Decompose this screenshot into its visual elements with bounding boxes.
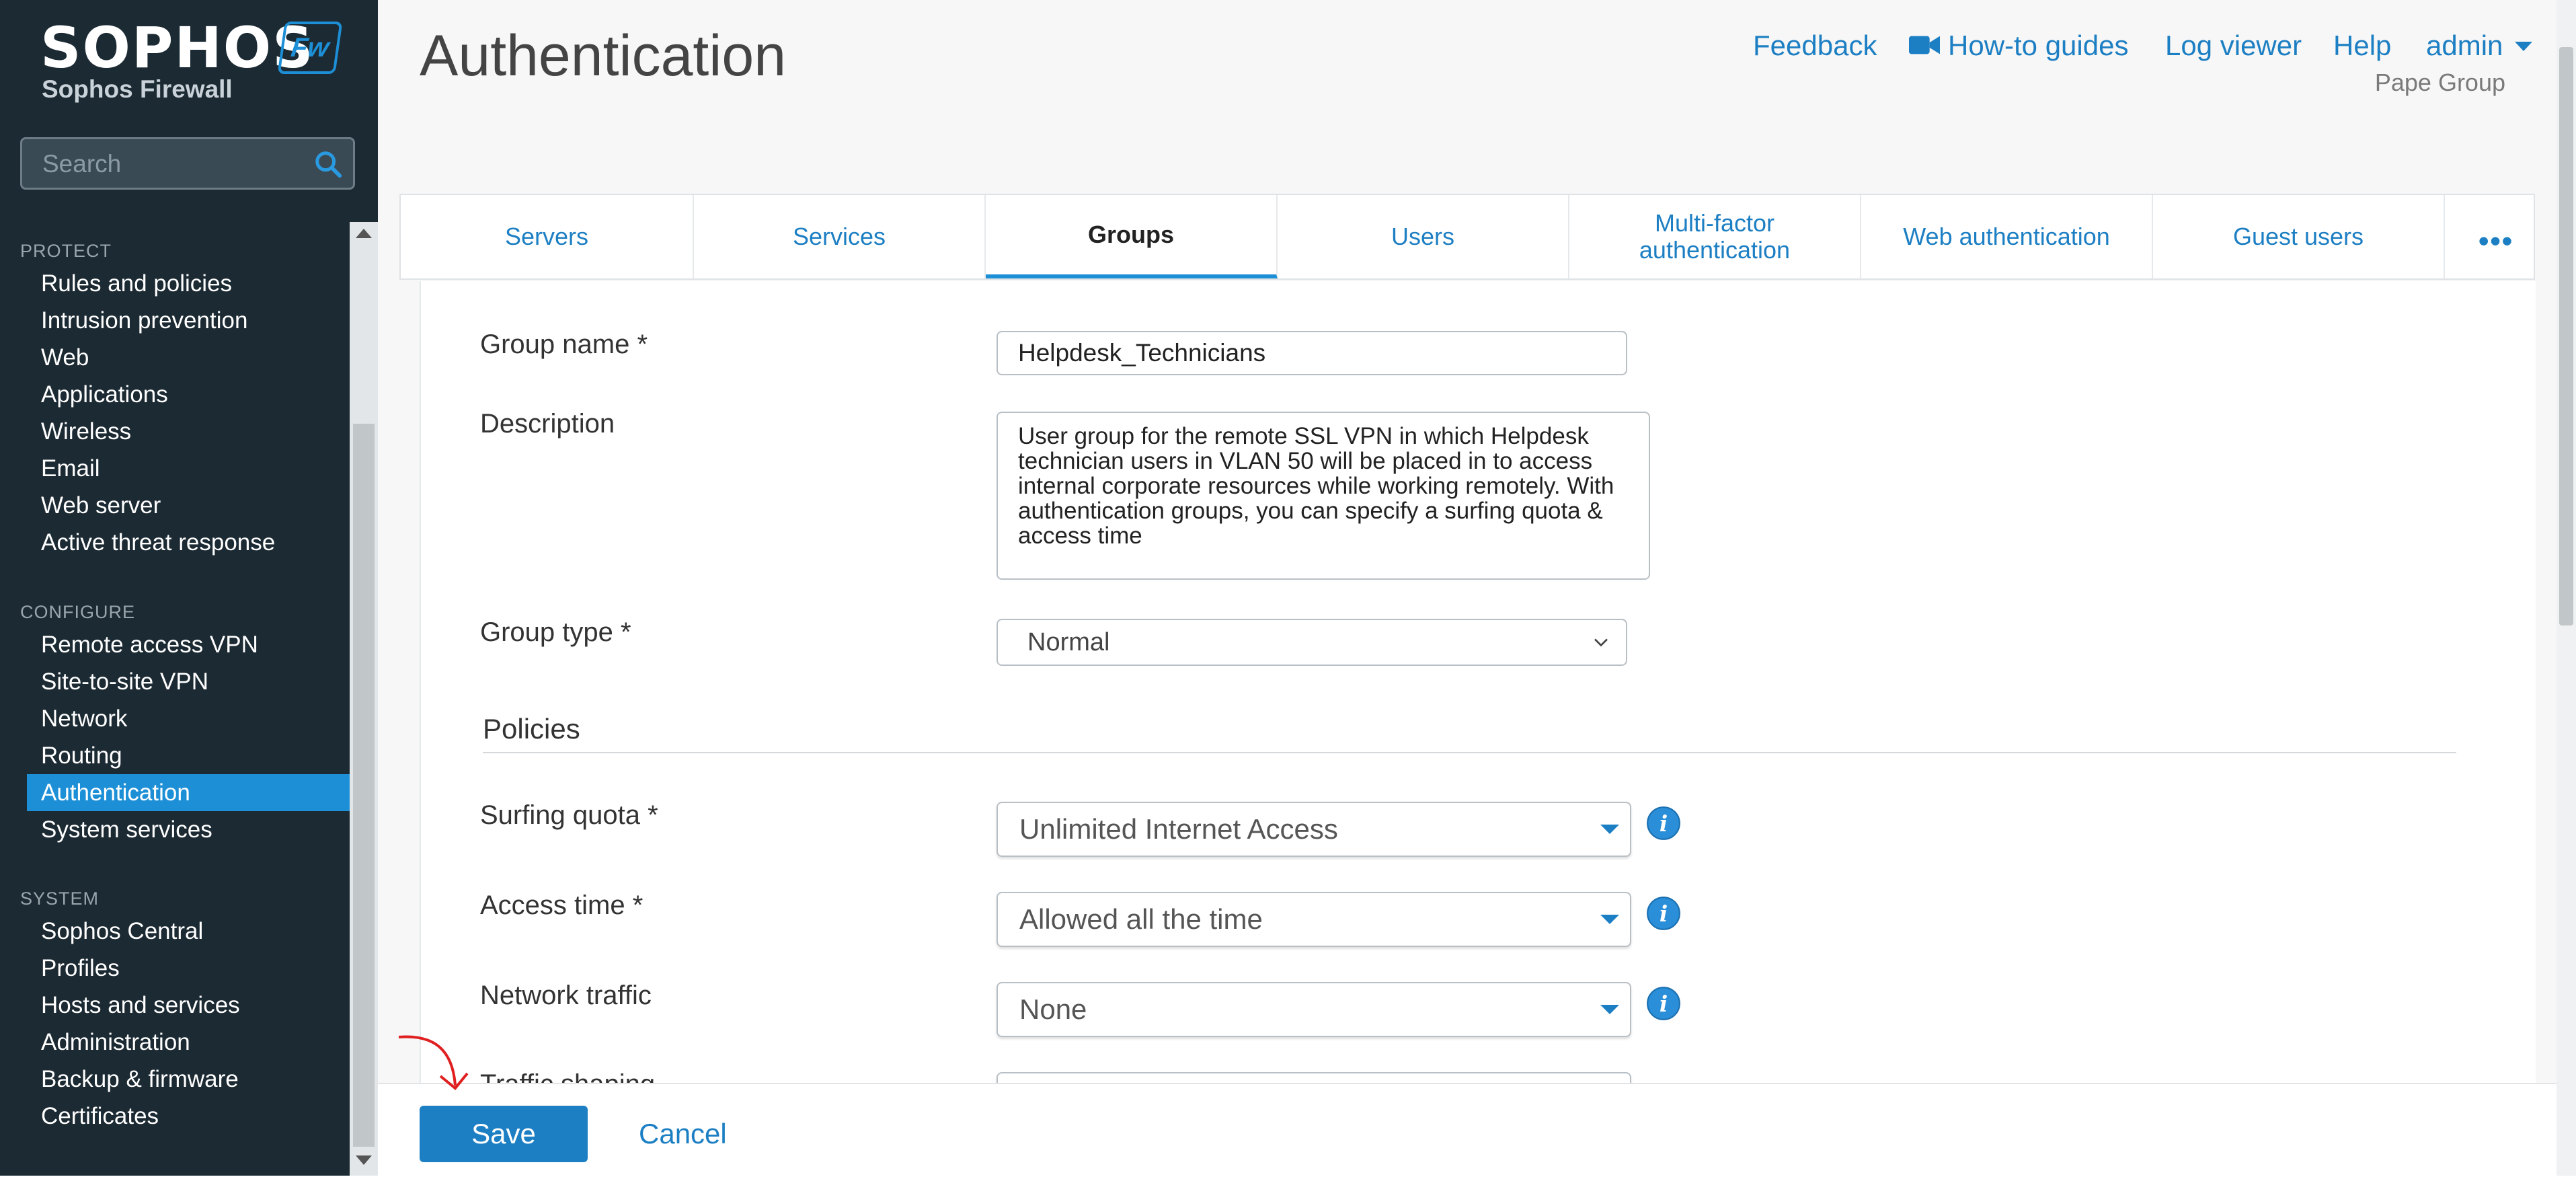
tab-multi-factor-authentication[interactable]: Multi-factor authentication [1569, 195, 1861, 278]
sidebar-item-routing[interactable]: Routing [27, 737, 350, 774]
info-icon[interactable]: i [1646, 806, 1681, 841]
chevron-down-icon [1594, 638, 1608, 647]
network-traffic-label: Network traffic [480, 981, 652, 1010]
sidebar-item-system-services[interactable]: System services [27, 811, 350, 848]
scroll-down-icon[interactable] [356, 1155, 372, 1165]
feedback-link[interactable]: Feedback [1753, 30, 1877, 62]
sidebar-item-backup-firmware[interactable]: Backup & firmware [27, 1061, 350, 1098]
description-textarea[interactable]: User group for the remote SSL VPN in whi… [997, 412, 1650, 580]
search-input[interactable] [41, 139, 313, 189]
sidebar-item-administration[interactable]: Administration [27, 1024, 350, 1061]
info-icon[interactable]: i [1646, 986, 1681, 1021]
sidebar-item-remote-access-vpn[interactable]: Remote access VPN [27, 626, 350, 663]
group-name-input[interactable] [997, 331, 1627, 375]
tab-web-authentication[interactable]: Web authentication [1861, 195, 2153, 278]
info-icon[interactable]: i [1646, 896, 1681, 931]
annotation-arrow-icon [398, 1035, 469, 1090]
product-name: Sophos Firewall [42, 75, 233, 103]
nav-section-system: SYSTEM [20, 888, 100, 909]
nav-section-protect: PROTECT [20, 241, 112, 261]
sidebar-item-wireless[interactable]: Wireless [27, 413, 350, 450]
video-camera-icon [1909, 36, 1940, 54]
form-footer: Save Cancel [378, 1083, 2557, 1177]
help-link[interactable]: Help [2333, 30, 2391, 62]
caret-down-icon[interactable] [2515, 42, 2532, 51]
sidebar-item-authentication[interactable]: Authentication [27, 774, 350, 811]
sidebar-scroll-thumb[interactable] [353, 424, 375, 1147]
tab-groups[interactable]: Groups [986, 195, 1278, 278]
description-label: Description [480, 409, 615, 439]
sidebar-item-rules-and-policies[interactable]: Rules and policies [27, 265, 350, 302]
network-traffic-value: None [1019, 993, 1087, 1025]
sidebar-item-site-to-site-vpn[interactable]: Site-to-site VPN [27, 663, 350, 700]
access-time-select[interactable]: Allowed all the time [997, 892, 1631, 947]
sophos-logo: SOPHOS [40, 15, 315, 81]
section-divider [483, 752, 2456, 753]
search-icon[interactable] [313, 149, 344, 180]
tab-servers[interactable]: Servers [401, 195, 694, 278]
admin-menu[interactable]: admin [2426, 30, 2503, 62]
sidebar-item-intrusion-prevention[interactable]: Intrusion prevention [27, 302, 350, 339]
log-viewer-link[interactable]: Log viewer [2165, 30, 2302, 62]
sidebar-item-sophos-central[interactable]: Sophos Central [27, 913, 350, 950]
organization-name: Pape Group [2374, 69, 2505, 96]
sidebar-item-network[interactable]: Network [27, 700, 350, 737]
svg-text:i: i [1660, 901, 1668, 927]
group-type-label: Group type * [480, 617, 631, 647]
nav-section-configure: CONFIGURE [20, 602, 135, 622]
caret-down-icon [1600, 825, 1619, 834]
tab-services[interactable]: Services [694, 195, 986, 278]
scroll-up-icon[interactable] [356, 229, 372, 238]
sidebar-item-email[interactable]: Email [27, 450, 350, 487]
sidebar-item-active-threat-response[interactable]: Active threat response [27, 524, 350, 561]
sidebar-search [20, 137, 355, 190]
page-title: Authentication [420, 24, 787, 88]
surfing-quota-value: Unlimited Internet Access [1019, 813, 1338, 845]
sidebar: SOPHOS Fw Sophos Firewall PROTECT Rules … [0, 0, 378, 1176]
how-to-guides-link[interactable]: How-to guides [1948, 30, 2128, 62]
group-type-select[interactable]: Normal [997, 619, 1627, 666]
caret-down-icon [1600, 915, 1619, 924]
sidebar-item-web[interactable]: Web [27, 339, 350, 376]
group-form [420, 281, 2536, 1085]
sidebar-item-profiles[interactable]: Profiles [27, 950, 350, 987]
group-name-label: Group name * [480, 330, 648, 359]
tab-bar: Servers Services Groups Users Multi-fact… [399, 194, 2535, 280]
access-time-label: Access time * [480, 890, 643, 920]
surfing-quota-label: Surfing quota * [480, 800, 658, 830]
firewall-badge-icon: Fw [277, 22, 343, 74]
sidebar-item-hosts-and-services[interactable]: Hosts and services [27, 987, 350, 1024]
sidebar-item-applications[interactable]: Applications [27, 376, 350, 413]
tab-users[interactable]: Users [1278, 195, 1569, 278]
svg-text:i: i [1660, 991, 1668, 1017]
cancel-button[interactable]: Cancel [639, 1118, 727, 1150]
surfing-quota-select[interactable]: Unlimited Internet Access [997, 802, 1631, 857]
policies-title: Policies [483, 713, 580, 745]
access-time-value: Allowed all the time [1019, 903, 1263, 935]
sidebar-item-certificates[interactable]: Certificates [27, 1098, 350, 1135]
tab-guest-users[interactable]: Guest users [2153, 195, 2445, 278]
save-button[interactable]: Save [420, 1106, 588, 1162]
sidebar-item-web-server[interactable]: Web server [27, 487, 350, 524]
svg-text:i: i [1660, 810, 1668, 837]
group-type-value: Normal [1027, 628, 1110, 656]
caret-down-icon [1600, 1005, 1619, 1014]
more-tabs-icon[interactable]: ••• [2479, 225, 2513, 258]
network-traffic-select[interactable]: None [997, 982, 1631, 1037]
main-scroll-thumb[interactable] [2559, 47, 2573, 625]
